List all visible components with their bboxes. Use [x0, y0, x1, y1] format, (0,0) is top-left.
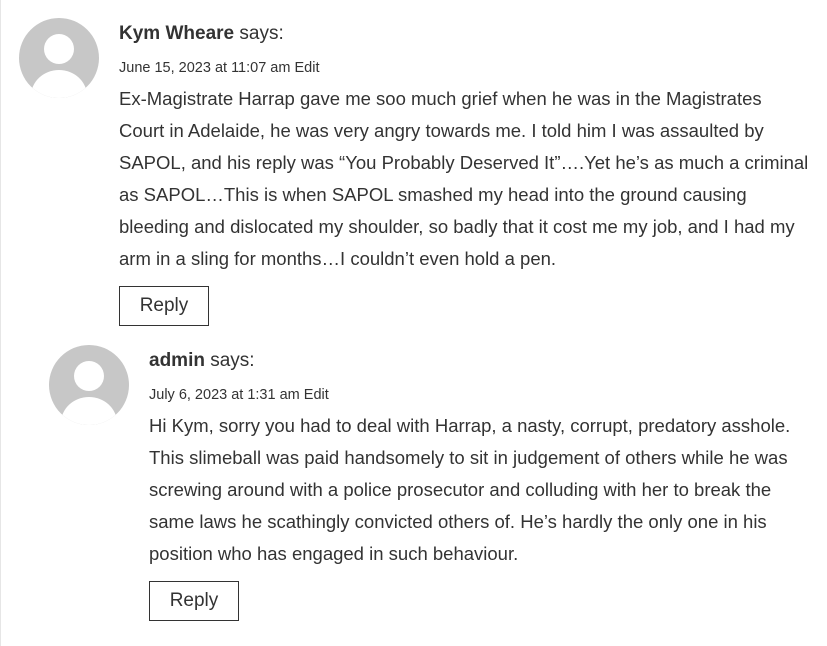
- reply-button[interactable]: Reply: [119, 286, 209, 326]
- comment-author-name[interactable]: Kym Wheare: [119, 23, 234, 44]
- comment-author-line: Kym Wheare says:: [119, 22, 284, 46]
- comment-date-link[interactable]: July 6, 2023 at 1:31 am: [149, 387, 300, 403]
- comment-kym-wheare: Kym Wheare says: June 15, 2023 at 11:07 …: [0, 0, 827, 330]
- comment-edit-link[interactable]: Edit: [304, 387, 329, 403]
- says-label: says:: [210, 350, 255, 371]
- comment-body: Hi Kym, sorry you had to deal with Harra…: [149, 415, 791, 564]
- default-avatar-icon: [49, 345, 129, 425]
- comment-edit-link[interactable]: Edit: [294, 60, 319, 76]
- comment-date-link[interactable]: June 15, 2023 at 11:07 am: [119, 60, 290, 76]
- says-label: says:: [239, 23, 284, 44]
- comment-author-name[interactable]: admin: [149, 350, 205, 371]
- comment-admin-reply: admin says: July 6, 2023 at 1:31 am Edit…: [0, 330, 827, 646]
- default-avatar-icon: [19, 18, 99, 98]
- comment-meta: June 15, 2023 at 11:07 am Edit: [119, 59, 319, 77]
- comment-meta: July 6, 2023 at 1:31 am Edit: [149, 386, 329, 404]
- reply-button[interactable]: Reply: [149, 581, 239, 621]
- comment-author-line: admin says:: [149, 349, 255, 373]
- comment-body: Ex-Magistrate Harrap gave me soo much gr…: [119, 88, 809, 269]
